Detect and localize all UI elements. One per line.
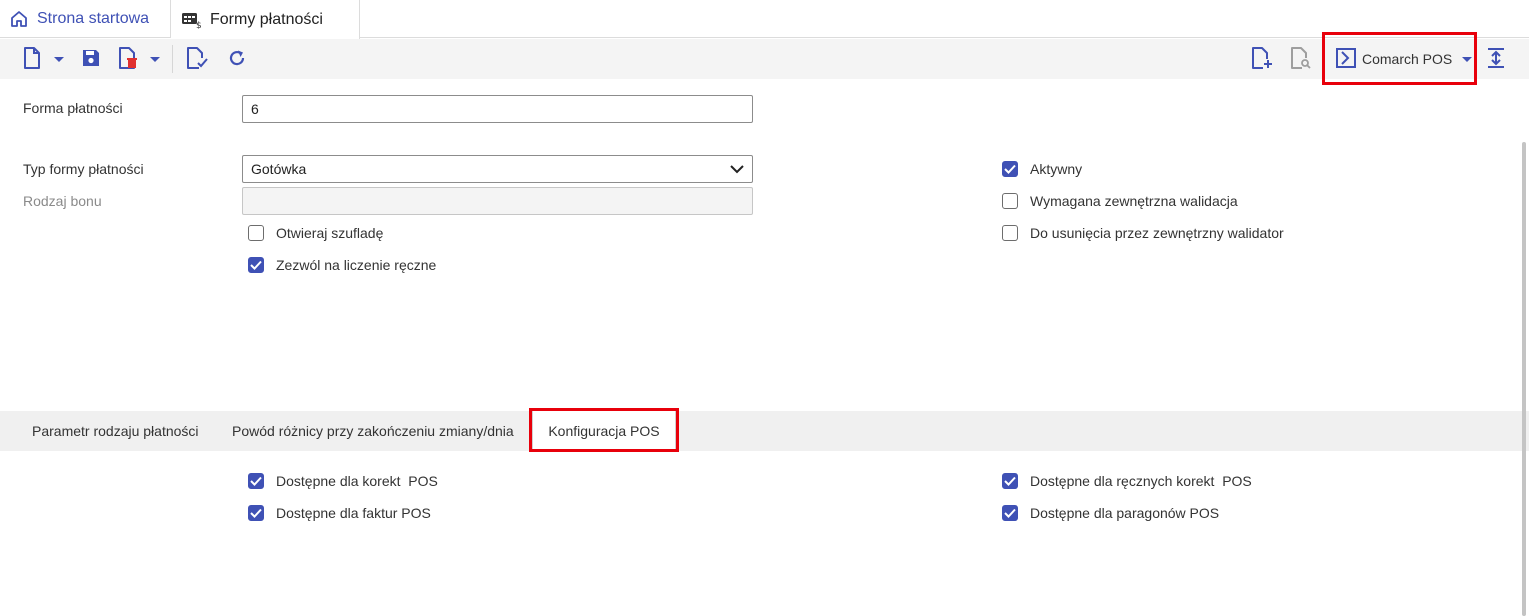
delete-document-icon: [118, 46, 138, 72]
add-document-button[interactable]: [1250, 46, 1274, 72]
document-plus-icon: [1251, 46, 1273, 72]
subtab-parametr-rodzaju[interactable]: Parametr rodzaju płatności: [32, 411, 199, 451]
tab-home-label: Strona startowa: [37, 10, 150, 27]
comarch-pos-icon: [1336, 47, 1356, 71]
chevron-down-icon[interactable]: [1462, 56, 1473, 62]
zezwol-liczenie-label: Zezwól na liczenie ręczne: [276, 257, 437, 273]
home-icon: [10, 10, 28, 28]
forma-platnosci-value: 6: [251, 101, 259, 117]
dostepne-paragonow-checkbox[interactable]: Dostępne dla paragonów POS: [1002, 504, 1219, 522]
new-document-button[interactable]: [20, 46, 44, 72]
checkmark-icon: [248, 473, 264, 489]
checkmark-icon: [248, 505, 264, 521]
checkmark-icon: [248, 257, 264, 273]
save-icon: [81, 48, 101, 71]
dostepne-faktur-checkbox[interactable]: Dostępne dla faktur POS: [248, 504, 431, 522]
checkbox-unchecked-icon: [1002, 225, 1018, 241]
rodzaj-bonu-label: Rodzaj bonu: [23, 193, 102, 209]
dostepne-korekt-checkbox[interactable]: Dostępne dla korekt POS: [248, 472, 438, 490]
checkmark-icon: [1002, 505, 1018, 521]
typ-formy-platnosci-value: Gotówka: [251, 161, 307, 177]
checkmark-icon: [1002, 161, 1018, 177]
new-document-dropdown[interactable]: [52, 47, 66, 71]
vertical-scrollbar[interactable]: [1522, 142, 1526, 616]
chevron-down-icon: [150, 56, 160, 62]
subtab-parametr-rodzaju-label: Parametr rodzaju płatności: [32, 423, 199, 439]
wymagana-walidacja-checkbox[interactable]: Wymagana zewnętrzna walidacja: [1002, 192, 1238, 210]
typ-formy-platnosci-select[interactable]: Gotówka: [242, 155, 753, 183]
zezwol-liczenie-checkbox[interactable]: Zezwól na liczenie ręczne: [248, 256, 436, 274]
delete-document-button[interactable]: [116, 46, 140, 72]
validate-button[interactable]: [185, 46, 209, 72]
refresh-button[interactable]: [225, 47, 249, 71]
expand-vertical-icon: [1487, 47, 1505, 72]
subtab-powod-roznicy-label: Powód różnicy przy zakończeniu zmiany/dn…: [232, 423, 514, 439]
checkbox-unchecked-icon: [248, 225, 264, 241]
checkbox-unchecked-icon: [1002, 193, 1018, 209]
do-usuniecia-label: Do usunięcia przez zewnętrzny walidator: [1030, 225, 1284, 241]
wymagana-walidacja-label: Wymagana zewnętrzna walidacja: [1030, 193, 1238, 209]
preview-document-button[interactable]: [1289, 46, 1313, 72]
document-check-icon: [186, 46, 208, 72]
toolbar: [0, 39, 1529, 79]
payment-form-icon: $: [181, 11, 201, 29]
svg-text:$: $: [196, 21, 201, 29]
checkmark-icon: [1002, 473, 1018, 489]
typ-formy-platnosci-label: Typ formy płatności: [23, 161, 144, 177]
delete-dropdown[interactable]: [148, 47, 162, 71]
dostepne-paragonow-label: Dostępne dla paragonów POS: [1030, 505, 1220, 521]
otwieraj-szuflade-label: Otwieraj szufladę: [276, 225, 384, 241]
rodzaj-bonu-input: [242, 187, 753, 215]
dostepne-korekt-label: Dostępne dla korekt POS: [276, 473, 438, 489]
tab-active-label: Formy płatności: [210, 10, 323, 28]
save-button[interactable]: [79, 47, 103, 71]
expand-collapse-button[interactable]: [1484, 47, 1508, 71]
aktywny-checkbox[interactable]: Aktywny: [1002, 160, 1082, 178]
do-usuniecia-checkbox[interactable]: Do usunięcia przez zewnętrzny walidator: [1002, 224, 1284, 242]
chevron-down-icon: [54, 56, 64, 62]
new-document-icon: [23, 46, 41, 72]
tab-home[interactable]: Strona startowa: [0, 0, 171, 38]
toolbar-separator: [172, 45, 173, 73]
aktywny-label: Aktywny: [1030, 161, 1083, 177]
subtab-powod-roznicy[interactable]: Powód różnicy przy zakończeniu zmiany/dn…: [232, 411, 514, 451]
comarch-pos-label: Comarch POS: [1362, 51, 1453, 67]
document-tabbar: Strona startowa $ Formy płatności: [0, 0, 1529, 39]
tab-formy-platnosci[interactable]: $ Formy płatności: [171, 0, 360, 39]
dostepne-recznych-korekt-checkbox[interactable]: Dostępne dla ręcznych korekt POS: [1002, 472, 1252, 490]
document-search-icon: [1290, 46, 1312, 72]
subtab-bar: Parametr rodzaju płatności Powód różnicy…: [0, 411, 1529, 451]
forma-platnosci-label: Forma płatności: [23, 100, 123, 116]
forma-platnosci-input[interactable]: 6: [242, 95, 753, 123]
otwieraj-szuflade-checkbox[interactable]: Otwieraj szufladę: [248, 224, 383, 242]
konfiguracja-highlight-frame: [529, 408, 679, 452]
dostepne-faktur-label: Dostępne dla faktur POS: [276, 505, 431, 521]
comarch-pos-button[interactable]: Comarch POS: [1336, 47, 1473, 71]
dostepne-recznych-korekt-label: Dostępne dla ręcznych korekt POS: [1030, 473, 1252, 489]
chevron-down-icon: [730, 161, 744, 177]
refresh-icon: [227, 48, 247, 71]
